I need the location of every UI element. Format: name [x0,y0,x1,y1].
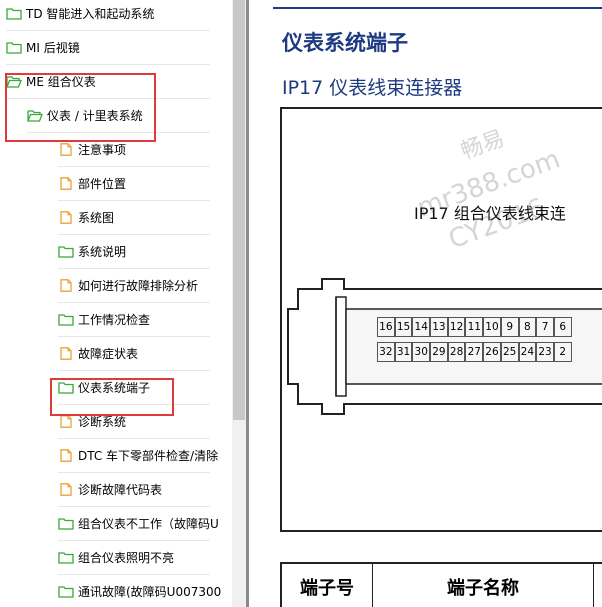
connector-pin-top: 15 [394,317,413,337]
connector-pin-top: 11 [465,317,484,337]
connector-pins-bottom: 32 31 30 29 28 27 26 25 24 23 2 [377,342,572,362]
tree-separator [58,370,210,371]
connector-pin-bottom: 25 [500,342,519,362]
tree-item-label: 如何进行故障排除分析 [78,278,199,293]
tree-item[interactable]: 组合仪表照明不亮 [58,546,174,568]
connector-pin-top: 16 [377,317,395,337]
tree-item[interactable]: 故障症状表 [58,342,138,364]
tree-separator [58,234,210,235]
tree-item[interactable]: 部件位置 [58,172,126,194]
tree-item[interactable]: 系统图 [58,206,114,228]
tree-item-label: 注意事项 [78,142,127,157]
terminal-table-header: 端子号 端子名称 [280,562,602,607]
folder-icon [6,7,22,20]
connector-pin-top: 13 [430,317,448,337]
connector-pin-bottom: 29 [430,342,448,362]
tree-item[interactable]: 诊断故障代码表 [58,478,162,500]
connector-pin-top: 8 [518,317,537,337]
header-rule [273,7,602,9]
table-header-terminal-name: 端子名称 [373,564,594,607]
connector-pin-top: 14 [412,317,431,337]
tree-separator [58,268,210,269]
highlight-box-terminals [50,378,174,416]
highlight-box-me-cluster [5,73,156,142]
tree-item[interactable]: 通讯故障(故障码U007300 [58,580,221,602]
connector-pin-top: 12 [447,317,466,337]
tree-item-label: 组合仪表照明不亮 [78,550,175,565]
tree-separator [58,302,210,303]
connector-pin-bottom: 26 [483,342,501,362]
tree-item[interactable]: MI 后视镜 [6,36,80,58]
tree-item-label: 工作情况检查 [78,312,151,327]
tree-item-label: 组合仪表不工作（故障码U [78,516,219,531]
folder-icon [58,313,74,326]
table-header-terminal-no: 端子号 [282,564,373,607]
tree-separator [58,574,210,575]
tree-item[interactable]: TD 智能进入和起动系统 [6,2,154,24]
document-icon [58,482,74,496]
tree-separator [58,336,210,337]
connector-pin-bottom: 27 [465,342,484,362]
document-icon [58,278,74,292]
tree-item-label: 故障症状表 [78,346,139,361]
connector-pin-bottom: 23 [536,342,554,362]
tree-separator [58,200,210,201]
document-icon [58,210,74,224]
connector-outline [287,278,602,415]
figure-caption: IP17 组合仪表线束连 [414,204,566,223]
document-icon [58,448,74,462]
connector-pins-top: 16 15 14 13 12 11 10 9 8 7 6 [377,317,572,337]
tree-item-label: 系统图 [78,210,115,225]
tree-item-label: DTC 车下零部件检查/清除 [78,448,219,463]
tree-separator [58,540,210,541]
connector-figure: 畅易 mr388.com CY2016 IP17 组合仪表线束连 16 15 14 1… [280,107,602,532]
scrollbar-thumb[interactable] [233,0,245,420]
connector-pin-bottom: 2 [553,342,572,362]
tree-item-label: 部件位置 [78,176,127,191]
connector-pin-bottom: 28 [447,342,466,362]
tree-item[interactable]: 组合仪表不工作（故障码U [58,512,219,534]
tree-separator [58,166,210,167]
page-title: 仪表系统端子 [282,31,408,55]
document-icon [58,346,74,360]
tree-separator [58,438,210,439]
tree-item[interactable]: 如何进行故障排除分析 [58,274,198,296]
connector-pin-top: 6 [553,317,572,337]
connector-pin-top: 7 [536,317,554,337]
connector-pin-bottom: 31 [394,342,413,362]
tree-separator [6,30,210,31]
tree-item-label: TD 智能进入和起动系统 [26,6,155,21]
document-icon [58,176,74,190]
tree-item-label: 通讯故障(故障码U007300 [78,584,222,599]
connector-pin-bottom: 32 [377,342,395,362]
tree-separator [58,472,210,473]
folder-icon [6,41,22,54]
tree-item[interactable]: 系统说明 [58,240,126,262]
tree-item[interactable]: 工作情况检查 [58,308,150,330]
folder-icon [58,517,74,530]
tree-separator [58,506,210,507]
tree-separator [6,64,210,65]
folder-icon [58,551,74,564]
connector-subtitle: IP17 仪表线束连接器 [282,77,463,99]
folder-icon [58,585,74,598]
tree-item[interactable]: DTC 车下零部件检查/清除 [58,444,218,466]
tree-item-label: MI 后视镜 [26,40,80,55]
document-icon [58,142,74,156]
tree-item-label: 诊断故障代码表 [78,482,163,497]
folder-icon [58,245,74,258]
connector-pin-top: 9 [500,317,519,337]
document-pane: 仪表系统端子 IP17 仪表线束连接器 畅易 mr388.com CY2016 … [249,0,602,607]
tree-item-label: 系统说明 [78,244,127,259]
connector-pin-bottom: 24 [518,342,537,362]
connector-pin-bottom: 30 [412,342,431,362]
watermark-line-1: 畅易 [457,126,508,165]
connector-pin-top: 10 [483,317,501,337]
document-icon [58,414,74,428]
